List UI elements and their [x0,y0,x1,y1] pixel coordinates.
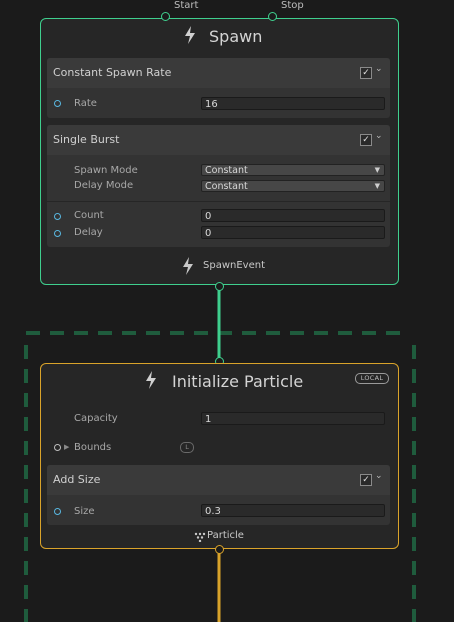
delay-field[interactable]: 0 [201,226,385,239]
delay-label: Delay [74,227,103,238]
space-badge[interactable]: LOCAL [355,373,389,384]
size-input-slot[interactable] [54,508,61,515]
size-field[interactable]: 0.3 [201,504,385,517]
bounds-label: Bounds [74,442,112,453]
block-title: Constant Spawn Rate [53,66,172,79]
delay-mode-label: Delay Mode [74,180,134,191]
stop-port-label: Stop [281,0,304,11]
rate-input-slot[interactable] [54,100,61,107]
spawn-mode-dropdown[interactable]: Constant ▼ [201,164,385,176]
rate-field[interactable]: 16 [201,97,385,110]
foldout-arrow-icon[interactable]: ▶ [64,443,69,451]
count-label: Count [74,210,104,221]
count-input-slot[interactable] [54,213,61,220]
init-output-port[interactable] [215,545,224,554]
init-title: Initialize Particle [172,372,304,391]
particle-output-label: Particle [207,530,244,541]
capacity-field[interactable]: 1 [201,412,385,425]
bounds-space-badge[interactable]: L [180,442,194,453]
enable-checkbox[interactable]: ✓ [360,67,372,79]
spawn-output-port[interactable] [215,282,224,291]
add-size-block[interactable]: Add Size ✓ ⌄ Size 0.3 [47,465,390,525]
chevron-down-icon[interactable]: ⌄ [375,471,383,481]
dropdown-arrow-icon: ▼ [374,182,380,190]
start-port-label: Start [174,0,199,11]
constant-spawn-rate-block[interactable]: Constant Spawn Rate ✓ ⌄ Rate 16 [47,58,390,118]
delay-input-slot[interactable] [54,230,61,237]
spawn-bolt-icon [185,26,195,44]
enable-checkbox[interactable]: ✓ [360,134,372,146]
single-burst-block[interactable]: Single Burst ✓ ⌄ Spawn Mode Constant ▼ D… [47,125,390,247]
count-field[interactable]: 0 [201,209,385,222]
divider [47,201,390,202]
delay-mode-value: Constant [205,181,248,192]
bounds-input-slot[interactable] [54,444,61,451]
block-title: Single Burst [53,133,120,146]
particle-icon [194,532,206,542]
size-label: Size [74,506,95,517]
capacity-label: Capacity [74,413,118,424]
delay-mode-dropdown[interactable]: Constant ▼ [201,180,385,192]
spawn-event-label: SpawnEvent [203,260,265,271]
stop-port[interactable] [268,12,277,21]
chevron-down-icon[interactable]: ⌄ [375,131,383,141]
init-bolt-icon [146,371,156,389]
start-port[interactable] [161,12,170,21]
rate-label: Rate [74,98,97,109]
spawn-event-bolt-icon [183,257,193,275]
spawn-mode-label: Spawn Mode [74,165,138,176]
chevron-down-icon[interactable]: ⌄ [375,64,383,74]
dropdown-arrow-icon: ▼ [374,166,380,174]
block-title: Add Size [53,473,101,486]
spawn-mode-value: Constant [205,165,248,176]
enable-checkbox[interactable]: ✓ [360,474,372,486]
spawn-title: Spawn [209,27,263,46]
